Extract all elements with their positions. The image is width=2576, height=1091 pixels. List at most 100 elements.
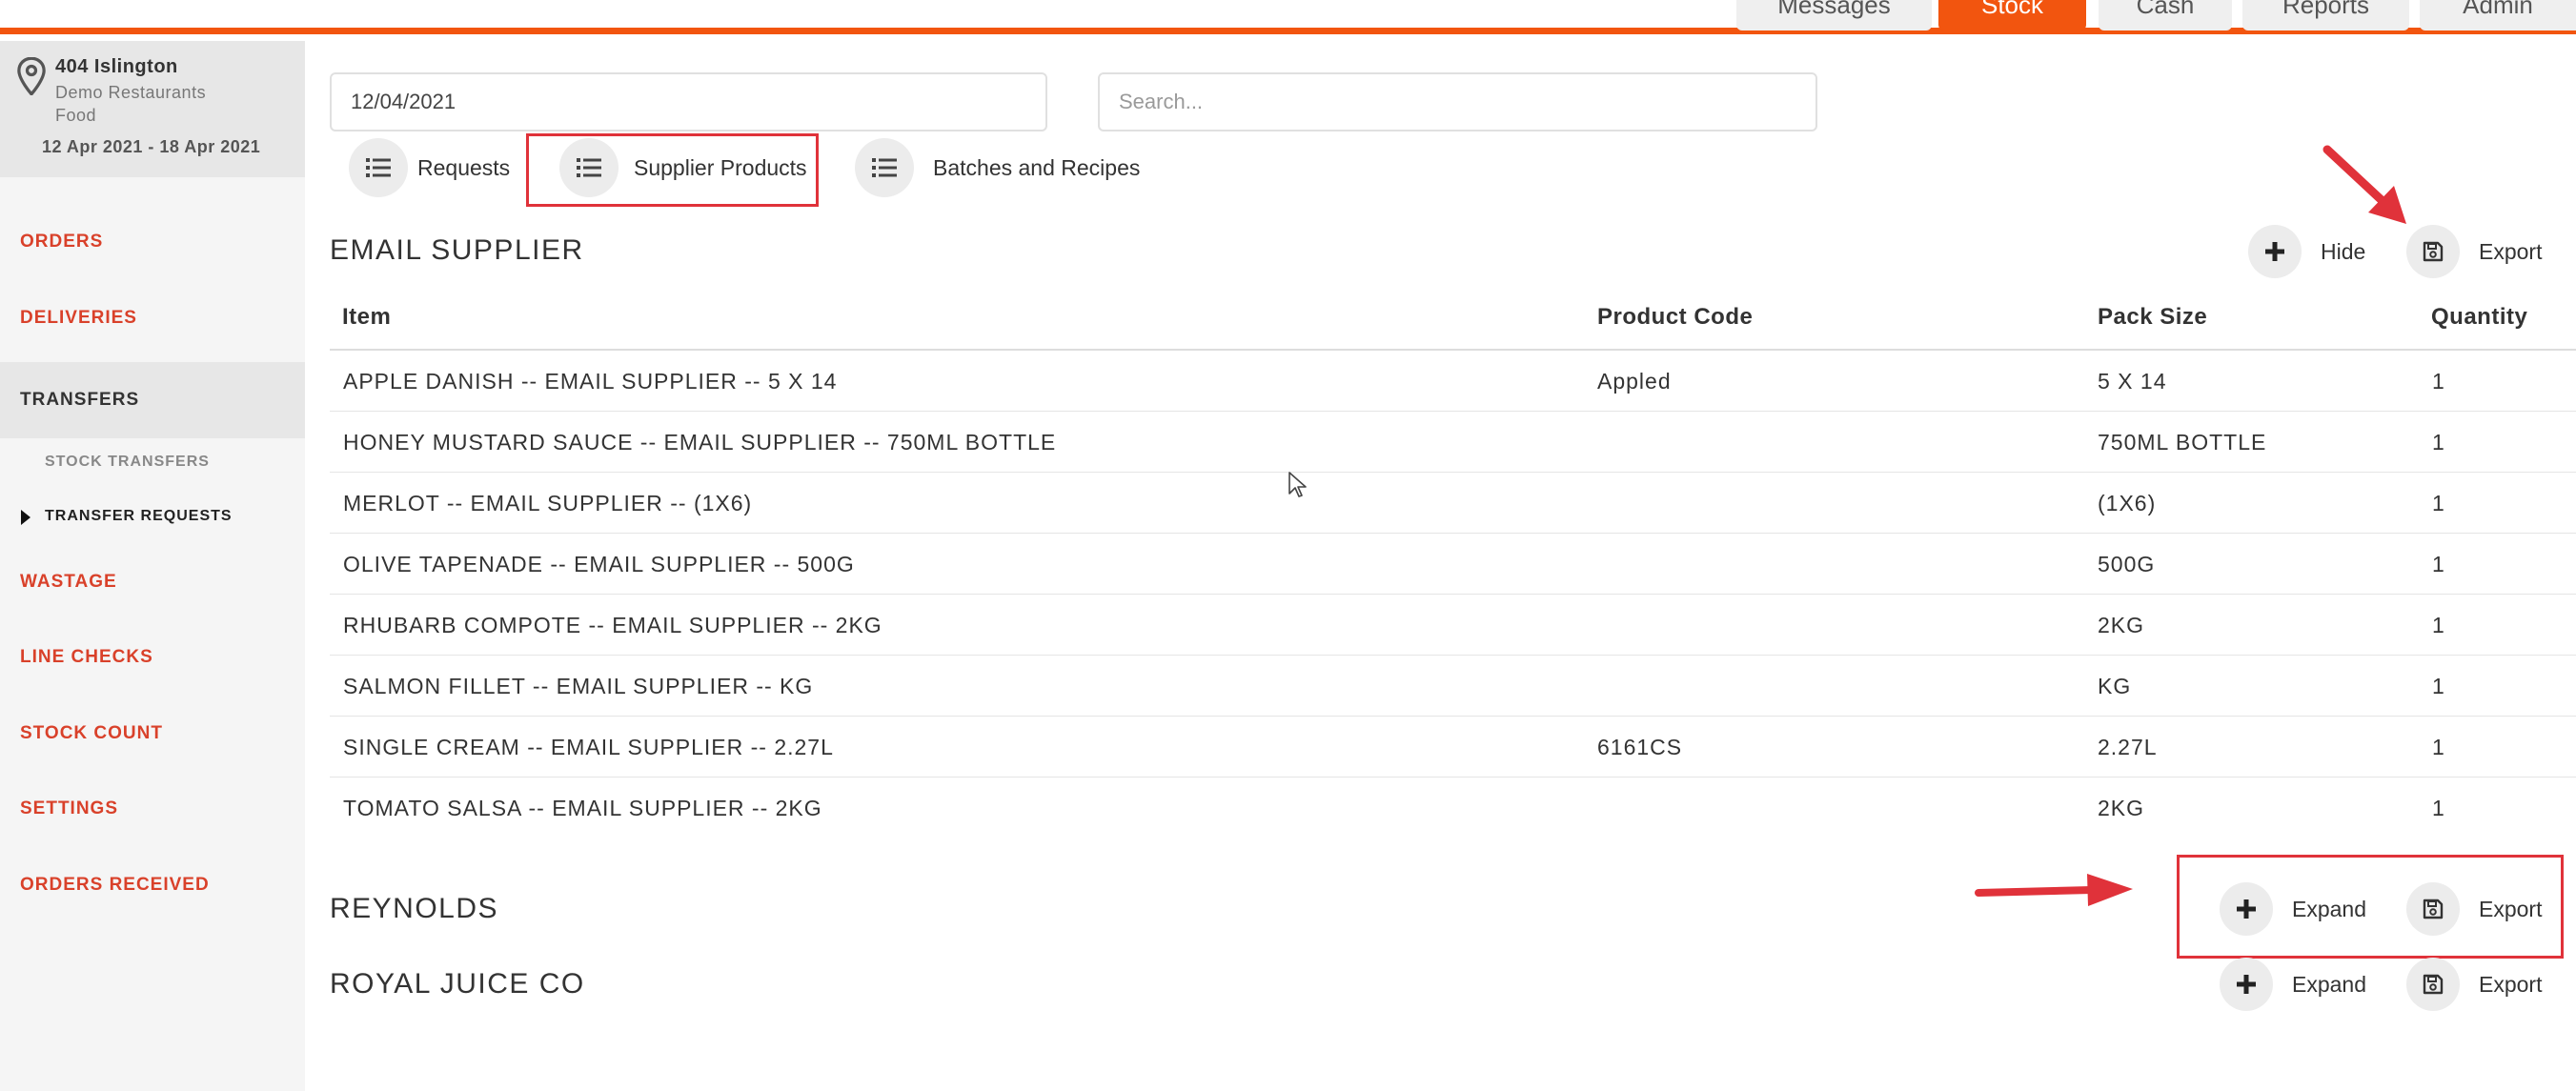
cell-pack-size: 750ML BOTTLE (2098, 429, 2267, 455)
cell-quantity: 1 (2432, 429, 2445, 455)
sidebar-item-deliveries[interactable]: DELIVERIES (0, 301, 305, 335)
tab-stock-label: Stock (1980, 0, 2044, 19)
plus-icon (2220, 882, 2273, 936)
cell-pack-size: 2KG (2098, 612, 2145, 637)
table-row[interactable]: HONEY MUSTARD SAUCE -- EMAIL SUPPLIER --… (330, 412, 2576, 473)
tab-messages[interactable]: Messages (1736, 0, 1932, 30)
cell-item: OLIVE TAPENADE -- EMAIL SUPPLIER -- 500G (343, 551, 855, 576)
sidebar-subitem-transfer-requests[interactable]: TRANSFER REQUESTS (45, 508, 233, 525)
tab-admin-label: Admin (2463, 0, 2533, 19)
mouse-cursor-icon (1288, 472, 1307, 497)
expand-button[interactable]: Expand (2220, 882, 2366, 936)
view-tab-supplier-products[interactable]: Supplier Products (559, 138, 807, 197)
cell-pack-size: KG (2098, 673, 2132, 698)
export-button[interactable]: Export (2406, 225, 2542, 278)
annotation-arrow-icon (2322, 145, 2406, 224)
export-button[interactable]: Export (2406, 958, 2542, 1011)
tab-admin[interactable]: Admin (2420, 0, 2576, 30)
location-pin-icon (17, 57, 46, 95)
hide-button-label: Hide (2321, 238, 2366, 264)
location-panel: 404 Islington Demo Restaurants Food 12 A… (0, 41, 305, 177)
save-icon (2406, 958, 2460, 1011)
save-icon (2406, 882, 2460, 936)
sidebar-item-settings[interactable]: SETTINGS (0, 792, 305, 826)
cell-pack-size: (1X6) (2098, 490, 2157, 515)
expand-button[interactable]: Expand (2220, 958, 2366, 1011)
cell-quantity: 1 (2432, 673, 2445, 698)
caret-right-icon (21, 510, 30, 525)
sidebar-subitem-stock-transfers[interactable]: STOCK TRANSFERS (45, 454, 210, 471)
table-row[interactable]: SINGLE CREAM -- EMAIL SUPPLIER -- 2.27L … (330, 717, 2576, 778)
sidebar-item-stock-count[interactable]: STOCK COUNT (0, 717, 305, 751)
supplier-title-reynolds: REYNOLDS (330, 893, 499, 924)
date-range: 12 Apr 2021 - 18 Apr 2021 (42, 137, 261, 156)
column-header-quantity: Quantity (2431, 304, 2528, 330)
table-row[interactable]: MERLOT -- EMAIL SUPPLIER -- (1X6) (1X6) … (330, 473, 2576, 534)
cell-item: SINGLE CREAM -- EMAIL SUPPLIER -- 2.27L (343, 734, 834, 759)
table-row[interactable]: APPLE DANISH -- EMAIL SUPPLIER -- 5 X 14… (330, 351, 2576, 412)
column-header-item: Item (342, 304, 392, 330)
cell-quantity: 1 (2432, 490, 2445, 515)
annotation-arrow-icon (1975, 874, 2133, 906)
tab-reports[interactable]: Reports (2242, 0, 2409, 30)
view-tab-requests[interactable]: Requests (349, 138, 510, 197)
cell-product-code: 6161CS (1597, 734, 1683, 759)
cell-quantity: 1 (2432, 795, 2445, 820)
list-icon (559, 138, 619, 197)
export-button-label: Export (2479, 971, 2543, 997)
column-header-pack-size: Pack Size (2098, 304, 2208, 330)
cell-item: RHUBARB COMPOTE -- EMAIL SUPPLIER -- 2KG (343, 612, 882, 637)
expand-button-label: Expand (2292, 971, 2367, 997)
cell-item: APPLE DANISH -- EMAIL SUPPLIER -- 5 X 14 (343, 368, 838, 394)
tab-cash[interactable]: Cash (2099, 0, 2232, 30)
cell-pack-size: 2.27L (2098, 734, 2158, 759)
table-row[interactable]: RHUBARB COMPOTE -- EMAIL SUPPLIER -- 2KG… (330, 595, 2576, 656)
location-category: Food (55, 106, 97, 125)
cell-item: SALMON FILLET -- EMAIL SUPPLIER -- KG (343, 673, 814, 698)
location-name: 404 Islington (55, 56, 178, 77)
search-input[interactable]: Search... (1098, 72, 1817, 131)
sidebar: 404 Islington Demo Restaurants Food 12 A… (0, 41, 305, 1091)
export-button[interactable]: Export (2406, 882, 2542, 936)
tab-reports-label: Reports (2282, 0, 2370, 19)
view-tab-requests-label: Requests (417, 154, 511, 180)
supplier-title-email-supplier: EMAIL SUPPLIER (330, 234, 584, 266)
hide-button[interactable]: Hide (2248, 225, 2365, 278)
column-header-product-code: Product Code (1597, 304, 1754, 330)
cell-pack-size: 500G (2098, 551, 2156, 576)
cell-item: TOMATO SALSA -- EMAIL SUPPLIER -- 2KG (343, 795, 822, 820)
supplier-title-royal-juice-co: ROYAL JUICE CO (330, 968, 585, 1000)
plus-icon (2220, 958, 2273, 1011)
tab-stock[interactable]: Stock (1938, 0, 2086, 30)
tab-cash-label: Cash (2136, 0, 2195, 19)
save-icon (2406, 225, 2460, 278)
tab-messages-label: Messages (1777, 0, 1891, 19)
cell-product-code: Appled (1597, 368, 1672, 394)
table-row[interactable]: SALMON FILLET -- EMAIL SUPPLIER -- KG KG… (330, 656, 2576, 717)
cell-quantity: 1 (2432, 734, 2445, 759)
sidebar-item-wastage[interactable]: WASTAGE (0, 565, 305, 599)
view-tab-batches-and-recipes-label: Batches and Recipes (933, 154, 1141, 180)
cell-quantity: 1 (2432, 551, 2445, 576)
export-button-label: Export (2479, 238, 2543, 264)
sidebar-item-line-checks[interactable]: LINE CHECKS (0, 640, 305, 675)
cell-pack-size: 2KG (2098, 795, 2145, 820)
date-input[interactable]: 12/04/2021 (330, 72, 1047, 131)
plus-icon (2248, 225, 2302, 278)
table-row[interactable]: OLIVE TAPENADE -- EMAIL SUPPLIER -- 500G… (330, 534, 2576, 595)
cell-quantity: 1 (2432, 368, 2445, 394)
cell-item: HONEY MUSTARD SAUCE -- EMAIL SUPPLIER --… (343, 429, 1057, 455)
view-tab-batches-and-recipes[interactable]: Batches and Recipes (855, 138, 1140, 197)
location-company: Demo Restaurants (55, 83, 207, 102)
sidebar-item-orders[interactable]: ORDERS (0, 225, 305, 259)
sidebar-item-transfers[interactable]: TRANSFERS (0, 362, 305, 438)
sidebar-item-orders-received[interactable]: ORDERS RECEIVED (0, 868, 305, 902)
export-button-label: Export (2479, 896, 2543, 921)
list-icon (855, 138, 914, 197)
cell-pack-size: 5 X 14 (2098, 368, 2167, 394)
list-icon (349, 138, 408, 197)
cell-quantity: 1 (2432, 612, 2445, 637)
top-navigation-bar: Messages Stock Cash Reports Admin (0, 0, 2576, 34)
cell-item: MERLOT -- EMAIL SUPPLIER -- (1X6) (343, 490, 753, 515)
table-row[interactable]: TOMATO SALSA -- EMAIL SUPPLIER -- 2KG 2K… (330, 778, 2576, 838)
